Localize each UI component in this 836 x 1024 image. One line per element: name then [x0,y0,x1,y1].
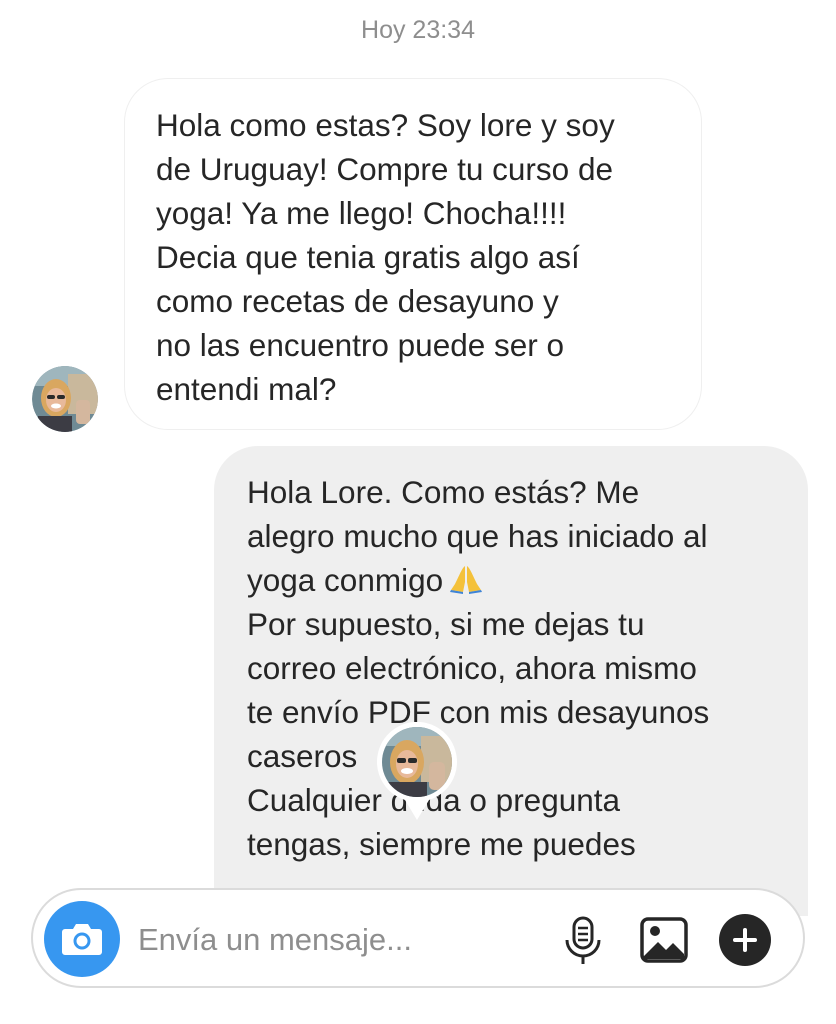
seen-avatar-marker [375,721,459,822]
sender-avatar[interactable] [32,366,98,432]
plus-icon [733,928,757,952]
image-gallery-icon [640,917,688,963]
message-line: entendi mal? [156,371,337,407]
message-line-with-emoji: yoga conmigo [247,558,788,602]
message-line: como recetas de desayuno y [156,283,559,319]
outgoing-message-bubble[interactable]: Hola Lore. Como estás? Me alegro mucho q… [214,446,808,916]
message-line: yoga! Ya me llego! Chocha!!!! [156,195,567,231]
message-line: de Uruguay! Compre tu curso de [156,151,613,187]
message-line: Hola Lore. Como estás? Me [247,474,640,510]
message-composer [31,888,805,988]
message-line: Cualquier duda o pregunta [247,782,621,818]
message-line: no las encuentro puede ser o [156,327,565,363]
camera-button[interactable] [44,901,120,977]
message-line: Hola como estas? Soy lore y soy [156,107,615,143]
message-line: Por supuesto, si me dejas tu [247,606,645,642]
message-line: alegro mucho que has iniciado al [247,518,708,554]
dm-thread-screen: Hoy 23:34 Hola como estas? Soy lore y so… [0,0,836,1024]
message-line: correo electrónico, ahora mismo [247,650,697,686]
camera-icon [62,924,102,955]
gallery-button[interactable] [639,916,689,964]
more-options-button[interactable] [719,914,771,966]
microphone-icon [565,916,601,964]
message-line: Decia que tenia gratis algo así [156,239,580,275]
user-avatar-icon [32,366,98,432]
message-input[interactable] [138,920,538,960]
voice-message-button[interactable] [561,916,605,966]
message-timestamp: Hoy 23:34 [361,16,475,44]
message-line: caseros [247,738,358,774]
message-line: tengas, siempre me puedes [247,826,636,862]
seen-avatar-icon [377,721,457,820]
incoming-message-bubble[interactable]: Hola como estas? Soy lore y soy de Urugu… [124,78,702,430]
message-text: yoga conmigo [247,562,444,598]
folded-hands-emoji-icon [449,561,483,594]
message-line: te envío PDF con mis desayunos [247,694,710,730]
